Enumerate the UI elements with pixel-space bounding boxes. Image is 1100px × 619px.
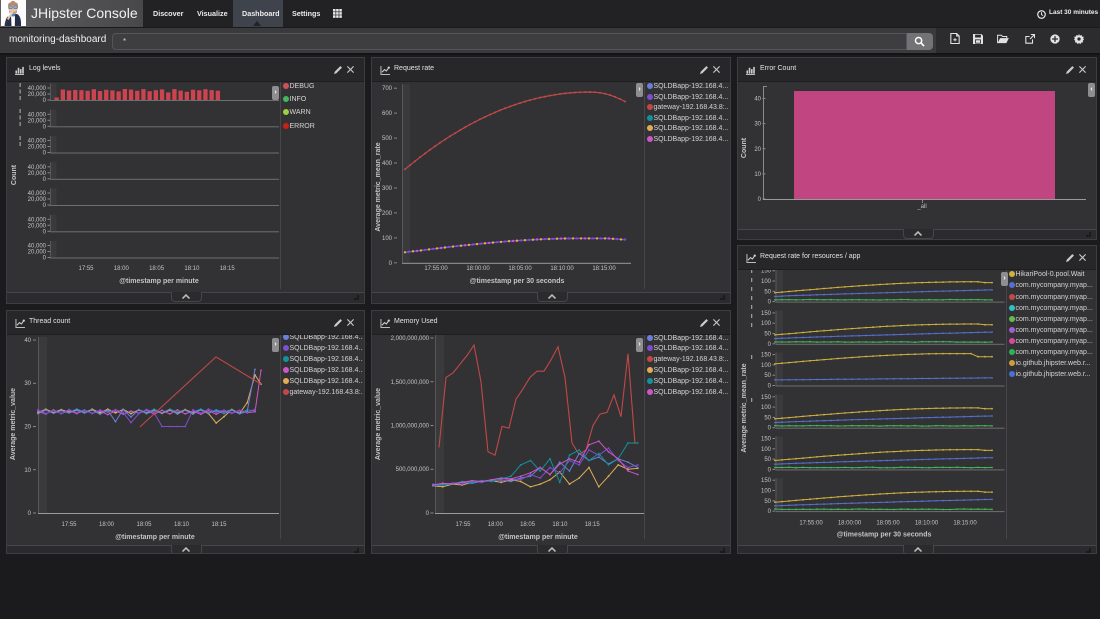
svg-text:18:15: 18:15	[211, 522, 227, 528]
svg-text:18:15:00: 18:15:00	[592, 266, 616, 272]
svg-text:50: 50	[764, 373, 771, 379]
svg-text:18:15:00: 18:15:00	[953, 521, 977, 527]
svg-text:300: 300	[382, 186, 393, 192]
svg-text:18:00: 18:00	[488, 522, 504, 528]
svg-text:50: 50	[764, 457, 771, 463]
svg-text:0: 0	[768, 300, 772, 306]
svg-text:18:00:00: 18:00:00	[838, 521, 862, 527]
svg-text:0: 0	[43, 177, 47, 183]
svg-text:100: 100	[761, 489, 772, 495]
svg-text:150: 150	[761, 395, 772, 401]
svg-text:500,000,000: 500,000,000	[396, 467, 430, 473]
svg-text:150: 150	[761, 437, 772, 443]
svg-text:50: 50	[764, 415, 771, 421]
svg-text:@timestamp per minute: @timestamp per minute	[115, 534, 195, 541]
svg-text:18:05:00: 18:05:00	[876, 521, 900, 527]
svg-text:@timestamp per minute: @timestamp per minute	[498, 534, 578, 541]
svg-text:18:00:00: 18:00:00	[466, 266, 490, 272]
svg-text:0: 0	[43, 229, 47, 235]
svg-text:Count: Count	[741, 137, 748, 158]
svg-text:17:55: 17:55	[78, 266, 94, 272]
svg-text:0: 0	[768, 384, 772, 390]
svg-text:Average metric_value: Average metric_value	[10, 388, 17, 460]
svg-text:0: 0	[768, 509, 772, 515]
svg-text:Count: Count	[11, 164, 18, 185]
svg-text:50: 50	[764, 332, 771, 338]
svg-text:150: 150	[761, 270, 772, 275]
svg-text:0: 0	[768, 426, 772, 432]
svg-text:Average metric_mean_rate: Average metric_mean_rate	[375, 142, 382, 231]
svg-text:18:05: 18:05	[136, 522, 152, 528]
svg-text:100: 100	[761, 279, 772, 285]
svg-text:18:15: 18:15	[585, 522, 601, 528]
svg-text:17:55: 17:55	[61, 522, 77, 528]
svg-text:18:00: 18:00	[99, 522, 115, 528]
svg-text:150: 150	[761, 478, 772, 484]
svg-text:2,000,000,000: 2,000,000,000	[391, 336, 430, 342]
svg-text:20: 20	[24, 425, 31, 431]
svg-text:200: 200	[382, 211, 393, 217]
svg-text:0: 0	[426, 511, 430, 517]
svg-text:18:15: 18:15	[220, 266, 236, 272]
svg-text:1,500,000,000: 1,500,000,000	[391, 380, 430, 386]
svg-text:Average metric_value: Average metric_value	[375, 388, 382, 460]
svg-text:0: 0	[43, 256, 47, 262]
svg-text:150: 150	[761, 311, 772, 317]
svg-text:@timestamp per 30 seconds: @timestamp per 30 seconds	[837, 532, 932, 539]
svg-text:Average metric_mean_rate: Average metric_mean_rate	[741, 363, 748, 452]
svg-text:18:10:00: 18:10:00	[550, 266, 574, 272]
svg-text:40: 40	[24, 338, 31, 344]
svg-text:18:10: 18:10	[184, 266, 200, 272]
svg-text:700: 700	[382, 86, 393, 92]
svg-text:@timestamp per minute: @timestamp per minute	[119, 278, 199, 285]
svg-text:@timestamp per 30 seconds: @timestamp per 30 seconds	[470, 278, 565, 285]
svg-text:10: 10	[24, 468, 31, 474]
svg-text:50: 50	[764, 499, 771, 505]
svg-text:0: 0	[768, 467, 772, 473]
svg-text:_all: _all	[916, 204, 926, 210]
svg-text:500: 500	[382, 136, 393, 142]
svg-text:18:10: 18:10	[174, 522, 190, 528]
svg-text:10: 10	[754, 172, 761, 178]
svg-text:600: 600	[382, 111, 393, 117]
svg-text:0: 0	[43, 151, 47, 157]
svg-text:18:05:00: 18:05:00	[508, 266, 532, 272]
svg-text:50: 50	[764, 289, 771, 295]
svg-text:400: 400	[382, 161, 393, 167]
svg-text:0: 0	[43, 203, 47, 209]
svg-text:17:55: 17:55	[455, 522, 471, 528]
svg-text:20: 20	[754, 147, 761, 153]
svg-text:40: 40	[754, 97, 761, 103]
svg-text:18:10:00: 18:10:00	[915, 521, 939, 527]
svg-text:100: 100	[382, 236, 393, 242]
svg-text:150: 150	[761, 353, 772, 359]
svg-text:18:00: 18:00	[114, 266, 130, 272]
svg-text:100: 100	[761, 321, 772, 327]
svg-text:0: 0	[758, 197, 762, 203]
svg-text:30: 30	[24, 381, 31, 387]
svg-text:30: 30	[754, 122, 761, 128]
svg-text:0: 0	[768, 342, 772, 348]
svg-text:1,000,000,000: 1,000,000,000	[391, 424, 430, 430]
svg-text:17:55:00: 17:55:00	[799, 521, 823, 527]
svg-text:0: 0	[389, 261, 393, 267]
svg-text:17:55:00: 17:55:00	[424, 266, 448, 272]
svg-text:0: 0	[43, 124, 47, 130]
svg-text:18:10: 18:10	[552, 522, 568, 528]
svg-text:100: 100	[761, 405, 772, 411]
svg-text:18:05: 18:05	[520, 522, 536, 528]
svg-text:0: 0	[28, 511, 32, 517]
svg-text:100: 100	[761, 447, 772, 453]
svg-text:100: 100	[761, 363, 772, 369]
svg-text:18:05: 18:05	[149, 266, 165, 272]
svg-text:0: 0	[43, 98, 47, 104]
